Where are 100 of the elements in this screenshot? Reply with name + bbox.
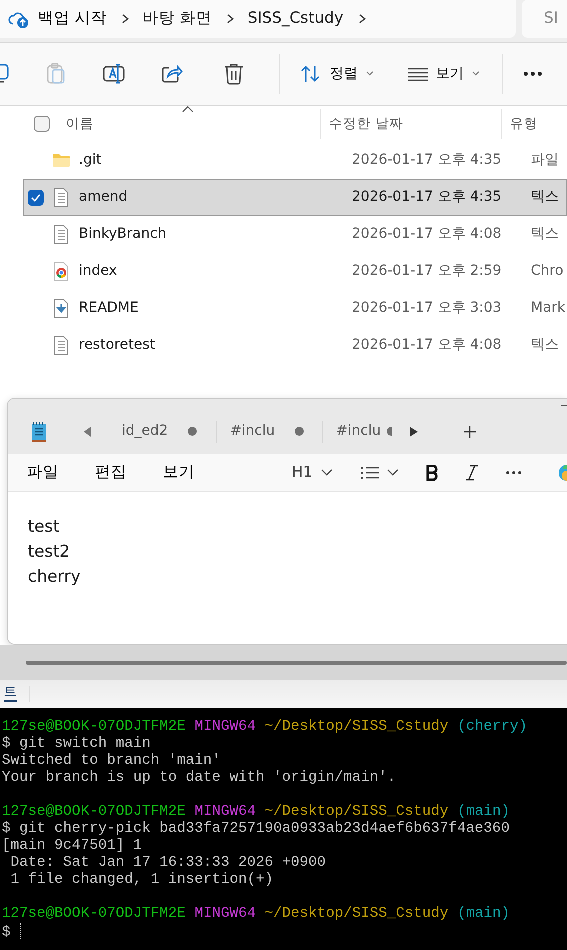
- prompt-shell: MINGW64: [194, 804, 256, 820]
- prompt-shell: MINGW64: [194, 719, 256, 735]
- text-file-icon: [52, 336, 71, 356]
- plus-icon: [464, 426, 476, 438]
- file-type: Mark: [531, 300, 566, 316]
- prompt-user: 127se@BOOK-07ODJTFM2E: [2, 719, 186, 735]
- prompt-user: 127se@BOOK-07ODJTFM2E: [2, 804, 186, 820]
- modified-date: 2026-01-17 오후 4:08: [352, 337, 502, 353]
- file-row[interactable]: README 2026-01-17 오후 3:03 Mark: [23, 290, 567, 327]
- document-tab[interactable]: #inclu: [230, 421, 304, 442]
- sort-icon: [300, 64, 322, 84]
- prompt-branch: (cherry): [457, 719, 528, 735]
- modified-date: 2026-01-17 오후 4:35: [352, 152, 502, 168]
- column-header[interactable]: 수정한 날짜: [329, 114, 404, 134]
- file-row[interactable]: .git 2026-01-17 오후 4:35 파일: [23, 142, 567, 179]
- prompt-path: ~/Desktop/SISS_Cstudy: [264, 719, 449, 735]
- modified-date: 2026-01-17 오후 2:59: [352, 263, 502, 279]
- tab-label[interactable]: 트: [4, 686, 17, 702]
- file-type: Chro: [531, 263, 564, 279]
- scrollbar[interactable]: [26, 660, 567, 664]
- caret-icon: [366, 71, 374, 77]
- terminal-input[interactable]: $: [2, 925, 20, 941]
- file-type: 파일: [531, 152, 559, 168]
- triangle-left-icon: [84, 426, 92, 436]
- document-tab[interactable]: #inclu: [336, 421, 392, 442]
- text-file-icon: [52, 224, 71, 244]
- text-file-icon: [52, 188, 71, 208]
- menu-item[interactable]: 파일: [27, 460, 59, 484]
- minimize-icon: [561, 405, 567, 407]
- terminal-line: Switched to branch 'main': [2, 753, 221, 769]
- file-name: .git: [79, 151, 102, 170]
- more-button[interactable]: [506, 470, 522, 474]
- more-icon: [506, 470, 522, 474]
- file-name: restoretest: [79, 336, 156, 355]
- toolbar-button[interactable]: [102, 62, 126, 86]
- breadcrumb-item[interactable]: 바탕 화면: [142, 7, 212, 31]
- bold-button[interactable]: [426, 464, 439, 480]
- chevron-down-icon: [386, 468, 399, 476]
- text-line: test2: [28, 541, 72, 563]
- trash-icon: [222, 62, 246, 86]
- modified-date: 2026-01-17 오후 4:35: [352, 189, 502, 205]
- text-cursor: [20, 923, 21, 939]
- terminal-line: Your branch is up to date with 'origin/main'.: [2, 770, 396, 786]
- chevron-down-icon: [320, 468, 333, 476]
- document-tab[interactable]: id_ed2: [122, 421, 198, 442]
- file-row[interactable]: index 2026-01-17 오후 2:59 Chro: [23, 253, 567, 290]
- terminal-line: 1 file changed, 1 insertion(+): [10, 872, 274, 888]
- text-line: test: [28, 516, 61, 538]
- sort-caret-icon: [182, 106, 194, 113]
- download-file-icon: [52, 298, 71, 318]
- file-row[interactable]: BinkyBranch 2026-01-17 오후 4:08 텍스: [23, 216, 567, 253]
- file-type: 텍스: [531, 337, 559, 353]
- text-line: cherry: [28, 566, 82, 588]
- backup-button[interactable]: 백업 시작: [8, 7, 107, 31]
- terminal-line: $ git switch main: [2, 736, 151, 752]
- notepad-icon: [31, 420, 47, 442]
- file-row[interactable]: amend 2026-01-17 오후 4:35 텍스: [23, 179, 567, 216]
- toolbar-button[interactable]: [222, 62, 246, 86]
- more-button[interactable]: [523, 71, 543, 77]
- file-name: BinkyBranch: [79, 225, 167, 244]
- text-area[interactable]: test test2 cherry: [8, 492, 567, 644]
- column-header[interactable]: 유형: [510, 114, 538, 134]
- file-name: index: [79, 262, 118, 281]
- file-row[interactable]: restoretest 2026-01-17 오후 4:08 텍스: [23, 327, 567, 364]
- rename-icon: [102, 62, 126, 86]
- view-button[interactable]: 보기: [408, 64, 480, 84]
- italic-icon: [466, 464, 478, 480]
- file-name: amend: [79, 188, 128, 207]
- more-icon: [523, 71, 543, 77]
- chrome-file-icon: [52, 262, 71, 282]
- prompt-user: 127se@BOOK-07ODJTFM2E: [2, 906, 186, 922]
- prompt-branch: (main): [457, 906, 510, 922]
- column-header[interactable]: 이름: [66, 114, 94, 134]
- bulleted-list-icon: [360, 466, 379, 478]
- bold-icon: [426, 464, 439, 480]
- caret-icon: [472, 71, 480, 77]
- italic-button[interactable]: [466, 464, 478, 480]
- checkbox[interactable]: [28, 190, 44, 206]
- select-all-checkbox[interactable]: [34, 116, 50, 132]
- sort-button[interactable]: 정렬: [300, 64, 374, 84]
- terminal-line: $ git cherry-pick bad33fa7257190a0933ab23d4aef6b637f4ae360: [2, 821, 510, 837]
- scroll-left-button[interactable]: [84, 426, 92, 436]
- modified-date: 2026-01-17 오후 4:08: [352, 226, 502, 242]
- heading-button[interactable]: H1: [292, 461, 333, 484]
- breadcrumb-item[interactable]: SISS_Cstudy: [248, 7, 344, 31]
- list-view-icon: [408, 67, 428, 81]
- prompt-branch: (main): [457, 804, 510, 820]
- prompt-path: ~/Desktop/SISS_Cstudy: [264, 804, 449, 820]
- file-type: 텍스: [531, 189, 559, 205]
- scroll-right-button[interactable]: [410, 426, 418, 436]
- prompt-shell: MINGW64: [194, 906, 256, 922]
- terminal-line: [main 9c47501] 1: [2, 838, 142, 854]
- prompt-path: ~/Desktop/SISS_Cstudy: [264, 906, 449, 922]
- menu-item[interactable]: 보기: [163, 460, 195, 484]
- menu-item[interactable]: 편집: [95, 460, 127, 484]
- list-button[interactable]: [360, 466, 399, 478]
- file-type: 텍스: [531, 226, 559, 242]
- new-tab-button[interactable]: [464, 426, 476, 438]
- terminal-line: Date: Sat Jan 17 16:33:33 2026 +0900: [10, 855, 326, 871]
- triangle-right-icon: [410, 426, 418, 436]
